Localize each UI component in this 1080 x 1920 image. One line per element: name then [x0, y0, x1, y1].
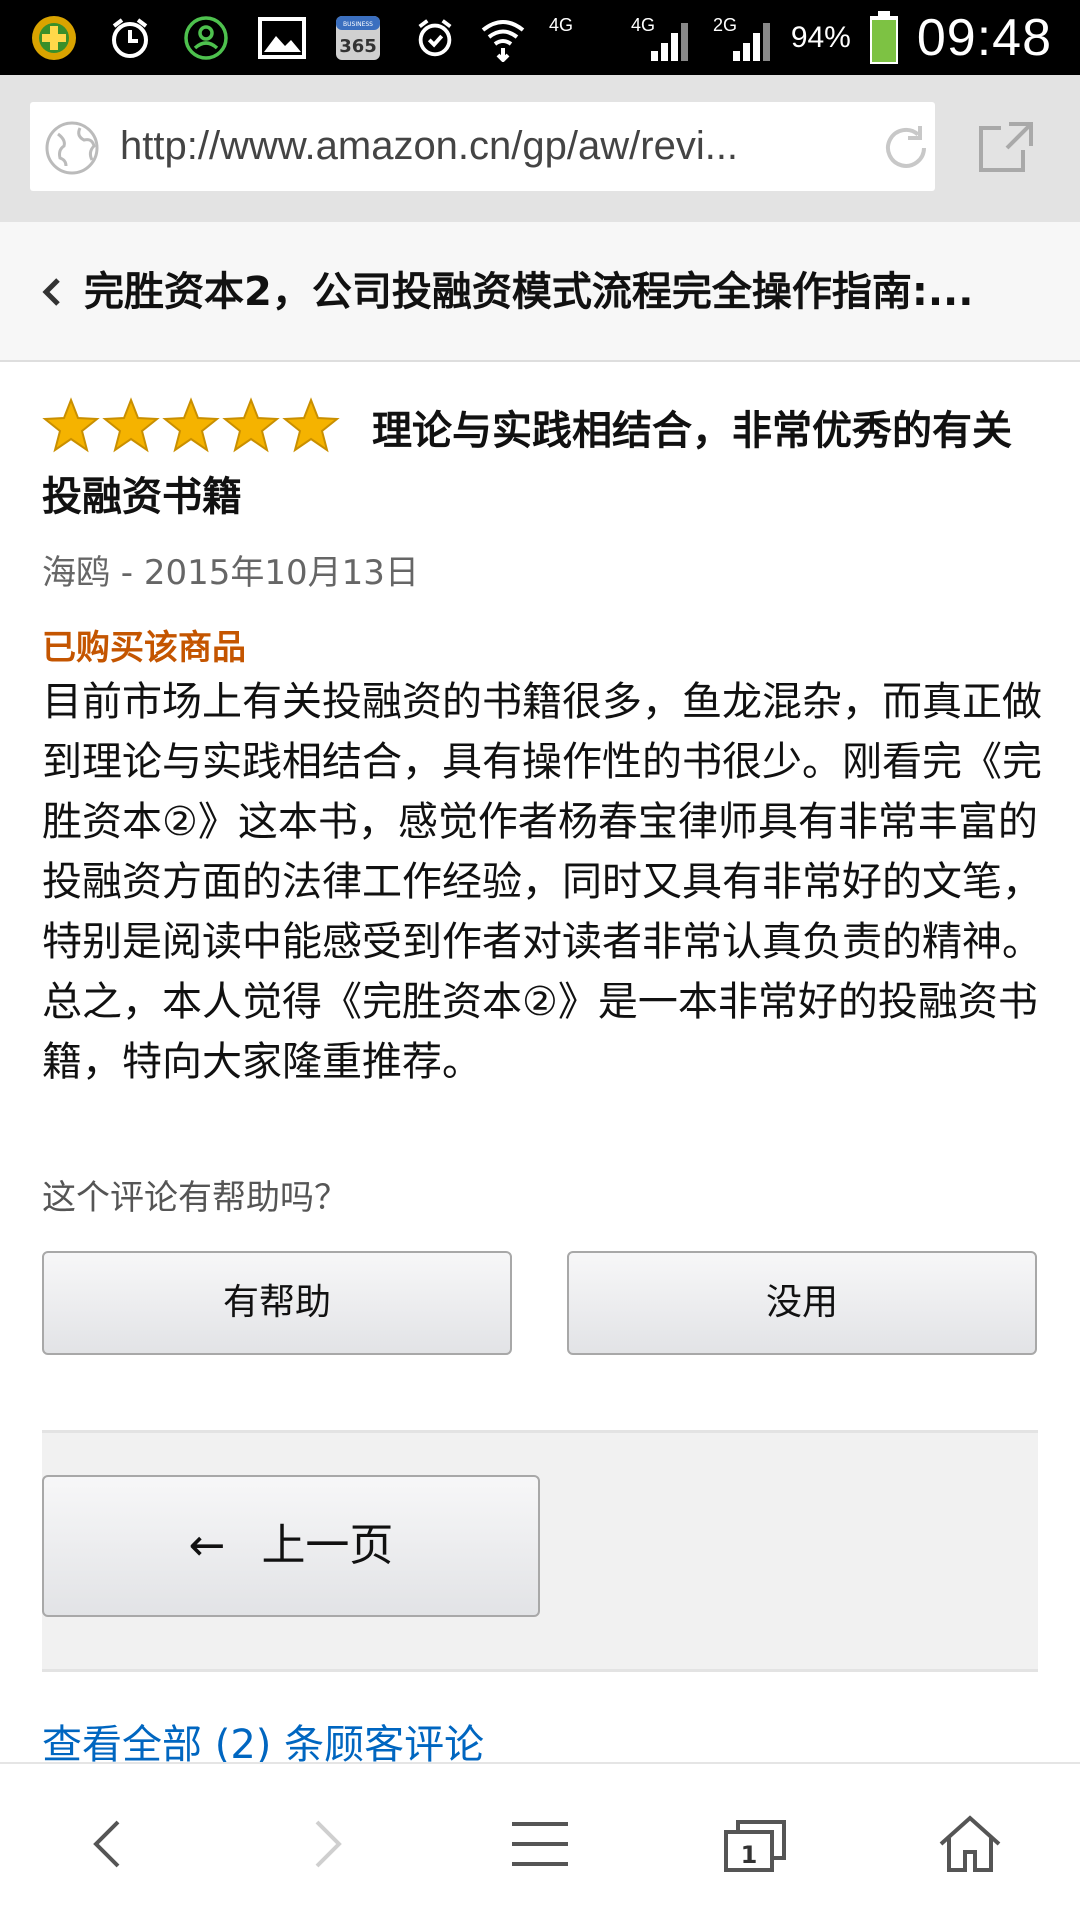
- star-icon: [222, 397, 280, 453]
- calendar-365-icon: BUSINESS 365: [332, 12, 384, 64]
- contacts-icon: [180, 12, 232, 64]
- signal-4g-icon: 4G: [627, 12, 693, 64]
- share-icon[interactable]: [975, 118, 1037, 174]
- helpful-question: 这个评论有帮助吗？: [42, 1178, 348, 1218]
- status-bar: BUSINESS 365 4G 4G 2G 94% 09:48: [0, 0, 1080, 75]
- star-rating: [42, 397, 340, 455]
- review-body: 目前市场上有关投融资的书籍很多，鱼龙混杂，而真正做到理论与实践相结合，具有操作性…: [42, 679, 1042, 1085]
- svg-text:4G: 4G: [631, 15, 655, 35]
- wifi-icon: [477, 12, 529, 64]
- globe-icon: [45, 121, 99, 175]
- svg-text:4G: 4G: [549, 15, 573, 35]
- svg-text:1: 1: [741, 1841, 758, 1869]
- star-icon: [102, 397, 160, 453]
- arrow-left-icon: ←: [188, 1520, 226, 1571]
- not-helpful-button[interactable]: 没用: [567, 1251, 1037, 1355]
- review-author-date: 海鸥 - 2015年10月13日: [42, 553, 419, 593]
- alarm-icon: [104, 12, 156, 64]
- clock: 09:48: [916, 8, 1052, 67]
- home-icon[interactable]: [930, 1804, 1010, 1884]
- star-icon: [162, 397, 220, 453]
- chevron-left-icon[interactable]: [38, 272, 64, 312]
- svg-text:2G: 2G: [713, 15, 737, 35]
- signal-2g-icon: 2G: [709, 12, 775, 64]
- signal-4g-icon: 4G: [545, 12, 611, 64]
- verified-purchase-badge: 已购买该商品: [42, 628, 246, 668]
- url-text: http://www.amazon.cn/gp/aw/revi...: [120, 124, 739, 168]
- url-field[interactable]: http://www.amazon.cn/gp/aw/revi...: [30, 102, 935, 191]
- helpful-button[interactable]: 有帮助: [42, 1251, 512, 1355]
- star-icon: [282, 397, 340, 453]
- reload-icon[interactable]: [878, 120, 934, 176]
- browser-toolbar: http://www.amazon.cn/gp/aw/revi...: [0, 75, 1080, 222]
- pager: ← 上一页: [42, 1430, 1038, 1672]
- game-app-icon: [28, 12, 80, 64]
- product-title[interactable]: 完胜资本2，公司投融资模式流程完全操作指南:...: [84, 222, 1024, 362]
- battery-icon: [867, 10, 901, 64]
- svg-text:365: 365: [339, 36, 377, 57]
- star-icon: [42, 397, 100, 453]
- forward-icon[interactable]: [285, 1804, 365, 1884]
- previous-page-button[interactable]: ← 上一页: [42, 1475, 540, 1617]
- browser-bottom-nav: 1: [0, 1762, 1080, 1920]
- tabs-icon[interactable]: 1: [715, 1804, 795, 1884]
- alarm-clock-icon: [409, 12, 461, 64]
- back-icon[interactable]: [70, 1804, 150, 1884]
- menu-icon[interactable]: [500, 1804, 580, 1884]
- product-header: 完胜资本2，公司投融资模式流程完全操作指南:...: [0, 222, 1080, 362]
- battery-percent: 94%: [790, 20, 851, 54]
- previous-page-label: 上一页: [261, 1520, 394, 1571]
- gallery-icon: [256, 12, 308, 64]
- svg-text:BUSINESS: BUSINESS: [343, 21, 373, 28]
